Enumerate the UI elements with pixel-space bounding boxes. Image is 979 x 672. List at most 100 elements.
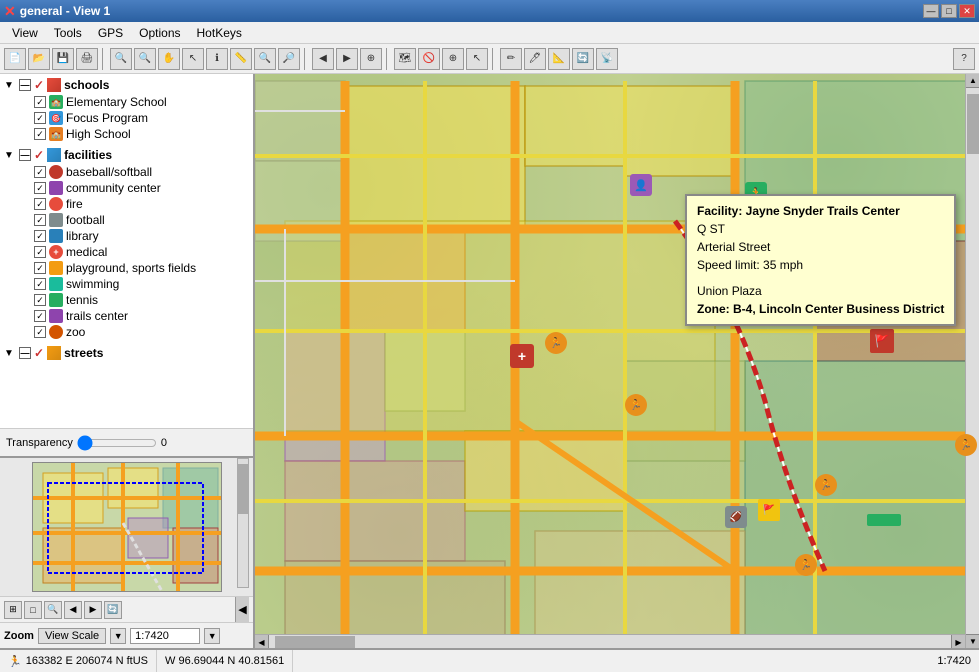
- scroll-right-btn[interactable]: ▶: [951, 635, 965, 648]
- map-popup[interactable]: Facility: Jayne Snyder Trails Center Q S…: [685, 194, 956, 326]
- tool-extent-fwd[interactable]: ▶: [336, 48, 358, 70]
- schools-checkbox[interactable]: —: [19, 79, 31, 91]
- tool-zoom-to[interactable]: ⊕: [442, 48, 464, 70]
- map-marker-runner5[interactable]: 🏃: [795, 554, 817, 576]
- map-scrollbar-h[interactable]: ◀ ▶: [255, 634, 965, 648]
- bottom-btn-window[interactable]: □: [24, 601, 42, 619]
- tool-pan[interactable]: ✋: [158, 48, 180, 70]
- football-checkbox[interactable]: ✓: [34, 214, 46, 226]
- schools-collapse[interactable]: ▼: [4, 80, 16, 91]
- menu-gps[interactable]: GPS: [90, 24, 131, 42]
- tree-item-fire[interactable]: ✓ fire: [18, 196, 251, 212]
- tool-edit1[interactable]: ✏: [500, 48, 522, 70]
- tool-save[interactable]: 💾: [52, 48, 74, 70]
- playground-checkbox[interactable]: ✓: [34, 262, 46, 274]
- tree-item-library[interactable]: ✓ library: [18, 228, 251, 244]
- tree-item-swimming[interactable]: ✓ swimming: [18, 276, 251, 292]
- tool-identify[interactable]: ℹ: [206, 48, 228, 70]
- tool-print[interactable]: 🖨: [76, 48, 98, 70]
- tool-route[interactable]: 🗺: [394, 48, 416, 70]
- tree-group-streets[interactable]: ▼ — ✓ streets: [2, 344, 251, 362]
- tool-gps[interactable]: 📡: [596, 48, 618, 70]
- zoom-value-arrow[interactable]: ▼: [204, 628, 220, 644]
- tree-item-tennis[interactable]: ✓ tennis: [18, 292, 251, 308]
- tree-item-elementary[interactable]: ✓ 🏫 Elementary School: [18, 94, 251, 110]
- facilities-collapse[interactable]: ▼: [4, 150, 16, 161]
- map-marker-runner3[interactable]: 🏃: [815, 474, 837, 496]
- menu-tools[interactable]: Tools: [46, 24, 90, 42]
- map-marker-runner2[interactable]: 🏃: [625, 394, 647, 416]
- tool-pointer[interactable]: ↖: [466, 48, 488, 70]
- schools-label[interactable]: schools: [64, 78, 109, 92]
- tree-item-zoo[interactable]: ✓ zoo: [18, 324, 251, 340]
- tool-edit2[interactable]: 🖊: [524, 48, 546, 70]
- facilities-label[interactable]: facilities: [64, 148, 112, 162]
- menu-view[interactable]: View: [4, 24, 46, 42]
- zoom-value-input[interactable]: [130, 628, 200, 644]
- panel-collapse-btn[interactable]: ◀: [235, 597, 249, 622]
- map-marker-yellow-flag[interactable]: 🚩: [758, 499, 780, 521]
- elementary-checkbox[interactable]: ✓: [34, 96, 46, 108]
- map-marker-purple[interactable]: 👤: [630, 174, 652, 196]
- tool-zoom-in[interactable]: 🔍: [110, 48, 132, 70]
- scroll-left-btn[interactable]: ◀: [255, 635, 269, 648]
- bottom-btn-search[interactable]: 🔍: [44, 601, 62, 619]
- tool-help[interactable]: ?: [953, 48, 975, 70]
- streets-checkbox[interactable]: —: [19, 347, 31, 359]
- tree-item-medical[interactable]: ✓ + medical: [18, 244, 251, 260]
- zoo-checkbox[interactable]: ✓: [34, 326, 46, 338]
- tool-stop[interactable]: 🚫: [418, 48, 440, 70]
- tool-refresh[interactable]: 🔄: [572, 48, 594, 70]
- map-marker-red-flag[interactable]: 🚩: [870, 329, 894, 353]
- library-checkbox[interactable]: ✓: [34, 230, 46, 242]
- tree-item-trails[interactable]: ✓ trails center: [18, 308, 251, 324]
- map-scrollbar-v[interactable]: ▲ ▼: [965, 74, 979, 648]
- tool-open[interactable]: 📂: [28, 48, 50, 70]
- bottom-btn-fwd[interactable]: ▶: [84, 601, 102, 619]
- streets-collapse[interactable]: ▼: [4, 348, 16, 359]
- map-area[interactable]: 👤 🏃 🏃 🏃 🏃 🏃 🏃 🚩 🚩 🏈 + Facility: Jayne Sn…: [255, 74, 979, 648]
- maximize-button[interactable]: □: [941, 4, 957, 18]
- tennis-checkbox[interactable]: ✓: [34, 294, 46, 306]
- map-marker-football[interactable]: 🏈: [725, 506, 747, 528]
- view-scale-button[interactable]: View Scale: [38, 628, 106, 644]
- tool-extent-back[interactable]: ◀: [312, 48, 334, 70]
- tool-full-extent[interactable]: ⊕: [360, 48, 382, 70]
- map-marker-medical[interactable]: +: [510, 344, 534, 368]
- medical-checkbox[interactable]: ✓: [34, 246, 46, 258]
- tool-new[interactable]: 📄: [4, 48, 26, 70]
- minimap-canvas[interactable]: [32, 462, 222, 592]
- minimap-scrollbar[interactable]: [237, 458, 249, 588]
- zoom-down-arrow[interactable]: ▼: [110, 628, 126, 644]
- tree-item-playground[interactable]: ✓ playground, sports fields: [18, 260, 251, 276]
- scroll-down-btn[interactable]: ▼: [966, 634, 979, 648]
- tree-item-community[interactable]: ✓ community center: [18, 180, 251, 196]
- close-button[interactable]: ✕: [959, 4, 975, 18]
- tool-find[interactable]: 🔎: [278, 48, 300, 70]
- trails-checkbox[interactable]: ✓: [34, 310, 46, 322]
- tool-search[interactable]: 🔍: [254, 48, 276, 70]
- tool-select[interactable]: ↖: [182, 48, 204, 70]
- streets-label[interactable]: streets: [64, 346, 103, 360]
- focus-checkbox[interactable]: ✓: [34, 112, 46, 124]
- tree-group-schools[interactable]: ▼ — ✓ schools: [2, 76, 251, 94]
- tree-item-football[interactable]: ✓ football: [18, 212, 251, 228]
- facilities-checkbox[interactable]: —: [19, 149, 31, 161]
- menu-options[interactable]: Options: [131, 24, 188, 42]
- map-marker-runner1[interactable]: 🏃: [545, 332, 567, 354]
- highschool-checkbox[interactable]: ✓: [34, 128, 46, 140]
- tree-item-highschool[interactable]: ✓ 🏫 High School: [18, 126, 251, 142]
- map-marker-runner4[interactable]: 🏃: [955, 434, 977, 456]
- tool-measure[interactable]: 📏: [230, 48, 252, 70]
- tree-item-focus[interactable]: ✓ 🎯 Focus Program: [18, 110, 251, 126]
- transparency-slider[interactable]: [77, 435, 157, 451]
- map-marker-green-bar[interactable]: [867, 514, 901, 526]
- bottom-btn-grid[interactable]: ⊞: [4, 601, 22, 619]
- scroll-up-btn[interactable]: ▲: [966, 74, 979, 88]
- minimize-button[interactable]: —: [923, 4, 939, 18]
- bottom-btn-refresh[interactable]: 🔄: [104, 601, 122, 619]
- tool-edit3[interactable]: 📐: [548, 48, 570, 70]
- tree-item-baseball[interactable]: ✓ baseball/softball: [18, 164, 251, 180]
- bottom-btn-back[interactable]: ◀: [64, 601, 82, 619]
- fire-checkbox[interactable]: ✓: [34, 198, 46, 210]
